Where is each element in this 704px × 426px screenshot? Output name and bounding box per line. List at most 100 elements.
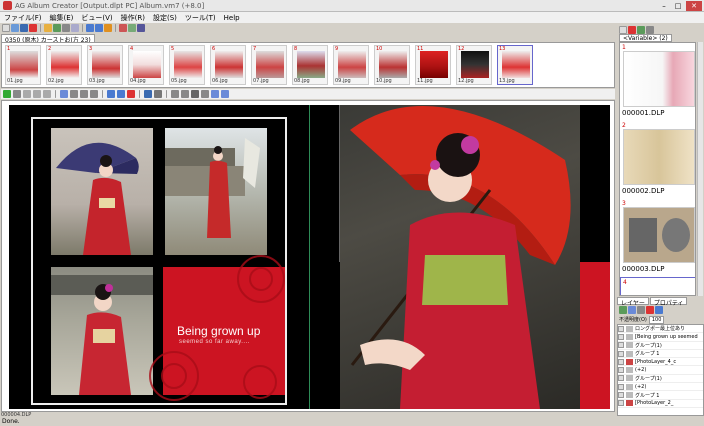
- menu-help[interactable]: Help: [220, 14, 244, 22]
- file-tab[interactable]: 0350 (原木) カーストお(方 23): [1, 34, 95, 44]
- filmstrip-thumb[interactable]: 1 01.jpg: [5, 45, 41, 85]
- layer-up-icon[interactable]: [107, 90, 115, 98]
- menu-file[interactable]: ファイル(F): [0, 13, 46, 23]
- visibility-icon[interactable]: [618, 367, 624, 374]
- add-layer-icon[interactable]: [619, 306, 627, 314]
- filmstrip-thumb[interactable]: 5 05.jpg: [169, 45, 205, 85]
- export-icon[interactable]: [71, 24, 79, 32]
- distribute-icon[interactable]: [80, 90, 88, 98]
- page-item[interactable]: 2 000002.DLP: [620, 121, 695, 199]
- duplicate-page-icon[interactable]: [637, 26, 645, 34]
- menu-view[interactable]: ビュー(V): [77, 13, 116, 23]
- undo-icon[interactable]: [86, 24, 94, 32]
- visibility-icon[interactable]: [618, 392, 624, 399]
- move-icon[interactable]: [13, 90, 21, 98]
- layer-row[interactable]: [PhotoLayer_2_: [618, 400, 703, 408]
- filmstrip-thumb[interactable]: 13 13.jpg: [497, 45, 533, 85]
- redo-icon[interactable]: [95, 24, 103, 32]
- delete-page-icon[interactable]: [628, 26, 636, 34]
- layer-row[interactable]: [PhotoLayer_4_c: [618, 358, 703, 367]
- opacity-input[interactable]: 100: [648, 315, 665, 324]
- layer-down-icon[interactable]: [117, 90, 125, 98]
- menu-operate[interactable]: 操作(R): [117, 13, 149, 23]
- camera-icon[interactable]: [128, 24, 136, 32]
- move-layer-icon[interactable]: [655, 306, 663, 314]
- delete-layer-icon[interactable]: [646, 306, 654, 314]
- layer-list[interactable]: ロングポー最上位あり [Being grown up seemed グループ(1…: [617, 324, 704, 416]
- close-button[interactable]: ✕: [686, 0, 702, 11]
- visibility-icon[interactable]: [618, 333, 624, 340]
- new-icon[interactable]: [2, 24, 10, 32]
- filmstrip-thumb[interactable]: 4 04.jpg: [128, 45, 164, 85]
- layer-row[interactable]: (+2): [618, 366, 703, 375]
- new-page-icon[interactable]: [619, 26, 627, 34]
- shape-icon[interactable]: [201, 90, 209, 98]
- tab-layers[interactable]: レイヤー: [617, 297, 649, 307]
- photo-seated-portrait[interactable]: [51, 267, 153, 395]
- play-icon[interactable]: [3, 90, 11, 98]
- filmstrip-thumb[interactable]: 7 07.jpg: [251, 45, 287, 85]
- filmstrip-thumb[interactable]: 6 06.jpg: [210, 45, 246, 85]
- tab-properties[interactable]: プロパティ: [649, 297, 688, 307]
- line-icon[interactable]: [171, 90, 179, 98]
- menu-edit[interactable]: 編集(E): [46, 13, 78, 23]
- open-icon[interactable]: [11, 24, 19, 32]
- page-item[interactable]: 3 000003.DLP: [620, 199, 695, 277]
- editor-canvas[interactable]: Being grown up seemed so far away....: [1, 100, 615, 412]
- filmstrip-thumb[interactable]: 10 10.jpg: [374, 45, 410, 85]
- photo-main-parasol[interactable]: [340, 105, 580, 409]
- layer-row[interactable]: グループ(1): [618, 375, 703, 384]
- layer-row[interactable]: ロングポー最上位あり: [618, 325, 703, 334]
- layer-row[interactable]: グループ(1): [618, 342, 703, 350]
- filmstrip-thumb[interactable]: 8 08.jpg: [292, 45, 328, 85]
- preview-icon[interactable]: [137, 24, 145, 32]
- select-icon[interactable]: [23, 90, 31, 98]
- photo-umbrella-portrait[interactable]: [51, 128, 153, 255]
- layer-row[interactable]: [Being grown up seemed: [618, 333, 703, 342]
- align-icon[interactable]: [70, 90, 78, 98]
- filmstrip-thumb[interactable]: 3 03.jpg: [87, 45, 123, 85]
- visibility-icon[interactable]: [618, 350, 624, 357]
- filmstrip-thumb[interactable]: 12 12.jpg: [456, 45, 492, 85]
- filmstrip-thumb[interactable]: 9 09.jpg: [333, 45, 369, 85]
- maximize-button[interactable]: □: [672, 1, 684, 11]
- fill-icon[interactable]: [144, 90, 152, 98]
- photo-standing-portrait[interactable]: [165, 128, 267, 255]
- layer-row[interactable]: グループ 1: [618, 391, 703, 400]
- visibility-icon[interactable]: [618, 325, 624, 332]
- settings-icon[interactable]: [104, 24, 112, 32]
- delete-icon[interactable]: [29, 24, 37, 32]
- visibility-icon[interactable]: [618, 358, 624, 365]
- caption-subtitle[interactable]: seemed so far away....: [179, 339, 250, 345]
- menu-tools[interactable]: ツール(T): [181, 13, 220, 23]
- layer-row[interactable]: グループ 1: [618, 350, 703, 359]
- ruler-icon[interactable]: [181, 90, 189, 98]
- import-icon[interactable]: [53, 24, 61, 32]
- print-icon[interactable]: [62, 24, 70, 32]
- page-item[interactable]: 1 000001.DLP: [620, 43, 695, 121]
- rotate-icon[interactable]: [43, 90, 51, 98]
- remove-icon[interactable]: [127, 90, 135, 98]
- visibility-icon[interactable]: [618, 383, 624, 390]
- flip-icon[interactable]: [90, 90, 98, 98]
- save-icon[interactable]: [20, 24, 28, 32]
- zoom-icon[interactable]: [60, 90, 68, 98]
- caption-title[interactable]: Being grown up: [177, 324, 260, 338]
- visibility-icon[interactable]: [618, 400, 624, 407]
- frame-icon[interactable]: [154, 90, 162, 98]
- mask-icon[interactable]: [637, 306, 645, 314]
- visibility-icon[interactable]: [618, 375, 624, 382]
- page-list-scrollbar[interactable]: [697, 42, 703, 296]
- tool-icon[interactable]: [119, 24, 127, 32]
- page-list-tab[interactable]: <Variable> (2): [619, 34, 672, 42]
- menu-settings[interactable]: 設定(S): [149, 13, 181, 23]
- page-settings-icon[interactable]: [646, 26, 654, 34]
- minimize-button[interactable]: –: [658, 1, 670, 11]
- zoom-out-icon[interactable]: [221, 90, 229, 98]
- page-list[interactable]: 1 000001.DLP 2 000002.DLP 3 000003.DLP 4: [619, 42, 696, 296]
- layer-row[interactable]: (+2): [618, 383, 703, 392]
- zoom-in-icon[interactable]: [211, 90, 219, 98]
- filmstrip-thumb[interactable]: 11 11.jpg: [415, 45, 451, 85]
- filmstrip-thumb[interactable]: 2 02.jpg: [46, 45, 82, 85]
- crop-icon[interactable]: [33, 90, 41, 98]
